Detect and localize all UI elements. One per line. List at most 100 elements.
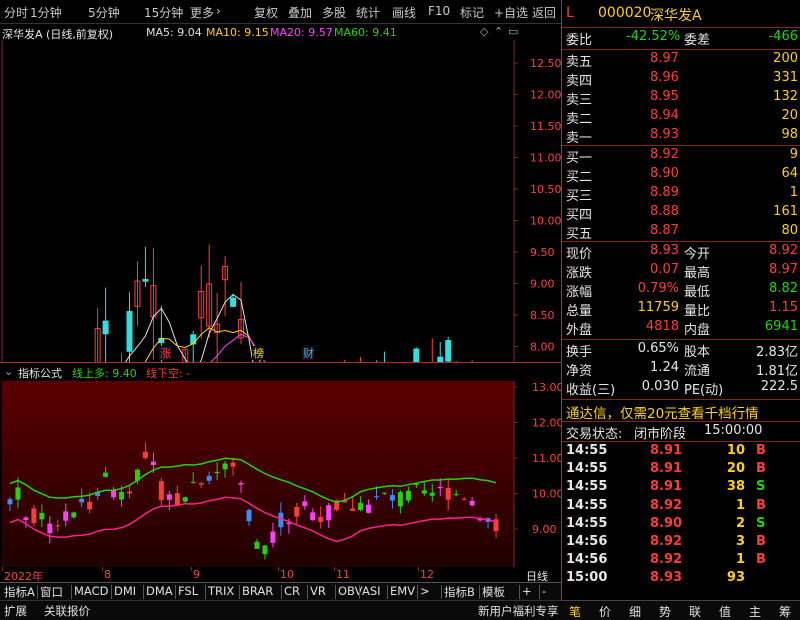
tab-14[interactable]: 指标B <box>444 584 475 600</box>
toolbar-item[interactable]: +自选 <box>494 4 528 21</box>
quote-value: 0.79% <box>637 281 679 296</box>
tab-2[interactable]: MACD <box>74 584 108 598</box>
tab-5[interactable]: FSL <box>178 584 198 598</box>
event-marker-label[interactable]: 财 <box>303 346 314 360</box>
panel-tab-2[interactable]: 细 <box>629 603 641 620</box>
panel-tab-3[interactable]: 势 <box>659 603 671 620</box>
tab-1[interactable]: 窗口 <box>40 584 63 600</box>
ad-row[interactable]: 通达信，仅需20元查看千档行情 <box>562 402 800 422</box>
toolbar-item[interactable]: 15分钟 <box>144 4 183 21</box>
panel-tab-4[interactable]: 联 <box>689 603 701 620</box>
panel-tab-7[interactable]: 筹 <box>779 603 791 620</box>
tab-related-quote[interactable]: 关联报价 <box>44 603 90 619</box>
indicator-tick-label: 11.00 <box>532 452 561 465</box>
toolbar-item[interactable]: 返回 <box>532 4 556 21</box>
toolbar-item[interactable]: 复权 <box>254 4 278 21</box>
indicator-bar <box>389 495 395 501</box>
indicator-bar <box>150 461 156 465</box>
bid-row[interactable]: 买五 8.87 80 <box>562 223 800 242</box>
kline-chart[interactable]: 12.50 12.00 11.50 11.00 10.50 10.00 9.50 9.00 8.… <box>0 40 561 362</box>
date-label: 10 <box>280 568 294 581</box>
ask-row[interactable]: 卖五 8.97 200 <box>562 51 800 70</box>
level-volume: 64 <box>781 166 798 181</box>
toolbar-item[interactable]: 分时 <box>4 4 28 21</box>
indicator-bar <box>461 498 467 500</box>
bid-row[interactable]: 买三 8.89 1 <box>562 185 800 204</box>
tick-direction: S <box>756 515 766 531</box>
chevron-up-icon[interactable]: ⌃ <box>494 25 503 38</box>
fund-label: PE(动) <box>684 383 724 398</box>
candle-body <box>142 278 149 282</box>
panel-tab-6[interactable]: 主 <box>749 603 761 620</box>
tab-11[interactable]: ASI <box>362 584 381 598</box>
event-marker-label[interactable]: 榜 <box>253 346 264 360</box>
tab-6[interactable]: TRIX <box>208 584 234 598</box>
tab-13[interactable]: > <box>420 584 430 598</box>
weibi-label: 委比 <box>566 33 593 48</box>
tick-time: 14:56 <box>566 534 608 549</box>
toolbar-item[interactable]: 更多 <box>190 4 214 21</box>
event-marker-label[interactable]: 涨 <box>160 347 171 360</box>
bid-row[interactable]: 买一 8.92 9 <box>562 147 800 166</box>
ask-row[interactable]: 卖一 8.93 98 <box>562 127 800 146</box>
separator <box>562 27 800 28</box>
level-volume: 98 <box>781 127 798 142</box>
tick-row: 14:55 8.91 38 S <box>562 479 800 498</box>
indicator-name[interactable]: 指标公式 <box>18 365 62 381</box>
panel-tab-1[interactable]: 价 <box>599 603 611 620</box>
diamond-icon[interactable]: ◇ <box>480 25 488 38</box>
tab-0[interactable]: 指标A <box>4 584 35 600</box>
level-label: 卖五 <box>566 55 593 70</box>
tick-row: 14:55 8.91 20 B <box>562 461 800 480</box>
ask-row[interactable]: 卖三 8.95 132 <box>562 89 800 108</box>
tab-17[interactable]: - <box>542 584 546 598</box>
extra-tabs: 扩展 关联报价 新用户福利专享 <box>0 600 561 620</box>
toolbar-item[interactable]: 统计 <box>356 4 380 21</box>
tab-divider <box>205 585 206 599</box>
indicator-header: ⌄ 指标公式 线上多: 9.40 线下空: - <box>0 363 561 381</box>
toolbar-item[interactable]: 5分钟 <box>88 4 120 21</box>
tab-3[interactable]: DMI <box>114 584 136 598</box>
indicator-bar <box>453 494 459 496</box>
toolbar-item[interactable]: 叠加 <box>288 4 312 21</box>
panel-tab-5[interactable]: 值 <box>719 603 731 620</box>
tab-15[interactable]: 模板 <box>482 584 505 600</box>
ask-row[interactable]: 卖二 8.94 20 <box>562 108 800 127</box>
toolbar-item[interactable]: 1分钟 <box>30 4 62 21</box>
expand-icon[interactable]: ▭ <box>508 25 518 38</box>
bid-row[interactable]: 买四 8.88 161 <box>562 204 800 223</box>
tab-8[interactable]: CR <box>284 584 300 598</box>
indicator-chart[interactable]: 13.00 12.00 11.00 10.00 9.00 <box>0 381 561 567</box>
indicator-bar <box>174 493 180 505</box>
toolbar-item[interactable]: 画线 <box>392 4 416 21</box>
toolbar-item[interactable]: F10 <box>428 4 450 18</box>
ma-label: MA60: 9.41 <box>334 26 397 39</box>
toolbar-item[interactable]: 标记 <box>460 4 484 21</box>
indicator-bar <box>71 512 77 518</box>
toolbar-item[interactable]: 多股 <box>322 4 346 21</box>
tab-12[interactable]: EMV <box>390 584 415 598</box>
tab-divider <box>479 585 480 599</box>
panel-tab-0[interactable]: 笔 <box>569 603 581 620</box>
tab-divider <box>387 585 388 599</box>
indicator-bar <box>366 504 372 513</box>
quote-value: 6941 <box>764 319 798 334</box>
new-user-ad[interactable]: 新用户福利专享 <box>478 603 559 619</box>
ad-text[interactable]: 通达信，仅需20元查看千档行情 <box>566 402 759 422</box>
panel-nav: 笔价细势联值主筹 <box>561 600 800 620</box>
price-tick-label: 11.50 <box>530 120 561 133</box>
date-tick <box>334 567 335 571</box>
tab-4[interactable]: DMA <box>146 584 173 598</box>
chevron-down-icon[interactable]: ⌄ <box>4 365 13 378</box>
tab-7[interactable]: BRAR <box>242 584 273 598</box>
indicator-bar <box>230 462 236 467</box>
ask-row[interactable]: 卖四 8.96 331 <box>562 70 800 89</box>
bid-row[interactable]: 买二 8.90 64 <box>562 166 800 185</box>
quote-value: 11759 <box>637 300 679 315</box>
tab-divider <box>335 585 336 599</box>
indicator-bar <box>302 501 308 507</box>
tab-extend[interactable]: 扩展 <box>4 603 27 619</box>
tab-divider <box>239 585 240 599</box>
tab-16[interactable]: + <box>522 584 532 598</box>
tab-9[interactable]: VR <box>310 584 326 598</box>
